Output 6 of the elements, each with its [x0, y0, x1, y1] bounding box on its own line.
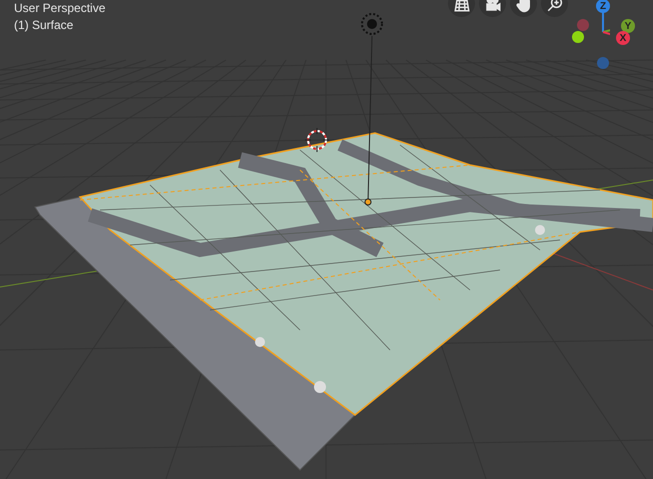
- view-name: User Perspective: [14, 0, 106, 17]
- axis-label[interactable]: Y: [621, 19, 635, 33]
- cursor-icon: [305, 128, 329, 152]
- object-label: (1) Surface: [14, 17, 74, 34]
- axis-label[interactable]: Z: [596, 0, 610, 13]
- axis-label[interactable]: X: [616, 31, 630, 45]
